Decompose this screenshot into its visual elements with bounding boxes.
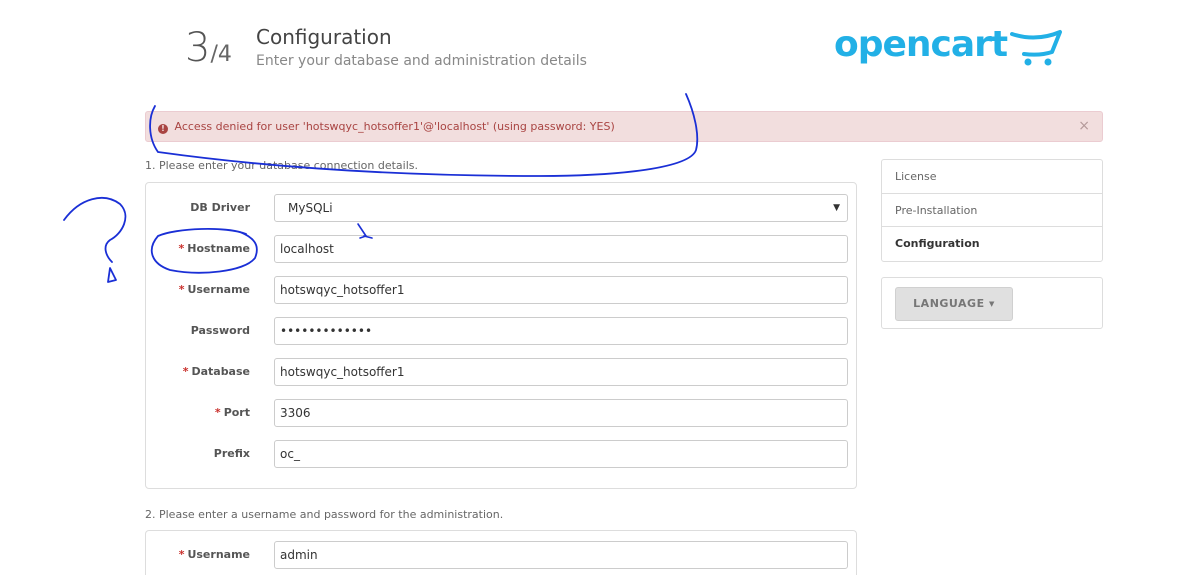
prefix-row: Prefix oc_ (146, 440, 856, 468)
nav-item-pre-installation[interactable]: Pre-Installation (882, 194, 1102, 228)
prefix-input[interactable]: oc_ (274, 440, 848, 468)
hostname-input[interactable]: localhost (274, 235, 848, 263)
db-driver-select[interactable]: MySQLi ▼ (274, 194, 848, 222)
page-subtitle: Enter your database and administration d… (256, 53, 587, 69)
step-indicator: 3/4 (185, 26, 232, 70)
step-number: 3 (185, 25, 211, 71)
alert-message: Access denied for user 'hotswqyc_hotsoff… (174, 120, 615, 133)
cart-icon (1010, 30, 1062, 66)
opencart-logo: opencart (834, 22, 1064, 72)
required-marker: * (178, 242, 185, 255)
required-marker: * (178, 548, 185, 561)
db-connection-panel: DB Driver MySQLi ▼ * Hostname localhost *… (145, 182, 857, 489)
username-input[interactable]: hotswqyc_hotsoffer1 (274, 276, 848, 304)
password-input[interactable]: ••••••••••••• (274, 317, 848, 345)
section-db-label: 1. Please enter your database connection… (145, 159, 418, 172)
page-title: Configuration (256, 25, 392, 49)
language-panel: LANGUAGE ▼ (881, 277, 1103, 329)
username-label: * Username (178, 283, 250, 296)
error-alert: ! Access denied for user 'hotswqyc_hotso… (145, 111, 1103, 142)
db-driver-row: DB Driver MySQLi ▼ (146, 194, 856, 222)
database-input[interactable]: hotswqyc_hotsoffer1 (274, 358, 848, 386)
prefix-label: Prefix (213, 447, 250, 460)
admin-username-input[interactable]: admin (274, 541, 848, 569)
database-label: * Database (182, 365, 250, 378)
nav-item-configuration[interactable]: Configuration (882, 227, 1102, 261)
db-driver-label: DB Driver (190, 201, 250, 214)
admin-username-row: * Username admin (146, 541, 856, 569)
username-row: * Username hotswqyc_hotsoffer1 (146, 276, 856, 304)
database-row: * Database hotswqyc_hotsoffer1 (146, 358, 856, 386)
annotation-question-mark (63, 197, 127, 283)
logo-text: opencart (834, 24, 1008, 65)
required-marker: * (178, 283, 185, 296)
required-marker: * (214, 406, 221, 419)
port-input[interactable]: 3306 (274, 399, 848, 427)
language-button[interactable]: LANGUAGE ▼ (895, 287, 1013, 321)
hostname-label: * Hostname (178, 242, 250, 255)
chevron-down-icon: ▼ (833, 203, 840, 213)
close-icon[interactable]: × (1078, 112, 1090, 141)
admin-panel: * Username admin (145, 530, 857, 575)
port-row: * Port 3306 (146, 399, 856, 427)
section-admin-label: 2. Please enter a username and password … (145, 508, 504, 521)
admin-username-label: * Username (178, 548, 250, 561)
install-steps-nav: License Pre-Installation Configuration (881, 159, 1103, 262)
step-total: /4 (210, 42, 232, 67)
password-row: Password ••••••••••••• (146, 317, 856, 345)
required-marker: * (182, 365, 189, 378)
caret-down-icon: ▼ (988, 300, 995, 308)
nav-item-license[interactable]: License (882, 160, 1102, 194)
port-label: * Port (214, 406, 250, 419)
exclamation-circle-icon: ! (158, 124, 168, 134)
hostname-row: * Hostname localhost (146, 235, 856, 263)
password-label: Password (190, 324, 250, 337)
